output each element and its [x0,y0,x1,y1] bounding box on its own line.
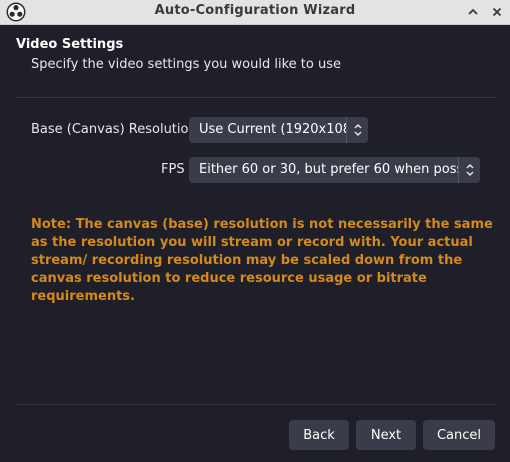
header-divider [16,97,496,98]
page-title: Video Settings [16,37,124,52]
updown-arrows-icon [458,157,480,183]
title-bar: Auto-Configuration Wizard [0,0,510,25]
canvas-resolution-note: Note: The canvas (base) resolution is no… [31,217,493,304]
fps-label: FPS [161,162,185,177]
fps-select[interactable]: Either 60 or 30, but prefer 60 when poss… [189,157,480,183]
page-subtitle: Specify the video settings you would lik… [31,57,341,72]
page-header: Video Settings Specify the video setting… [0,25,510,81]
updown-arrows-icon [346,117,368,143]
resolution-select-value: Use Current (1920x1080 [199,122,360,137]
resolution-label: Base (Canvas) Resolution [31,122,197,137]
window-title: Auto-Configuration Wizard [154,3,356,18]
next-button[interactable]: Next [356,420,416,450]
footer-divider [16,404,496,405]
chevron-up-icon[interactable] [463,2,483,22]
wizard-window: Auto-Configuration Wizard Video Settings… [0,0,510,462]
fps-select-value: Either 60 or 30, but prefer 60 when poss… [199,162,479,177]
close-icon[interactable] [487,2,507,22]
cancel-button[interactable]: Cancel [423,420,495,450]
resolution-select[interactable]: Use Current (1920x1080 [189,117,368,143]
back-button[interactable]: Back [289,420,349,450]
